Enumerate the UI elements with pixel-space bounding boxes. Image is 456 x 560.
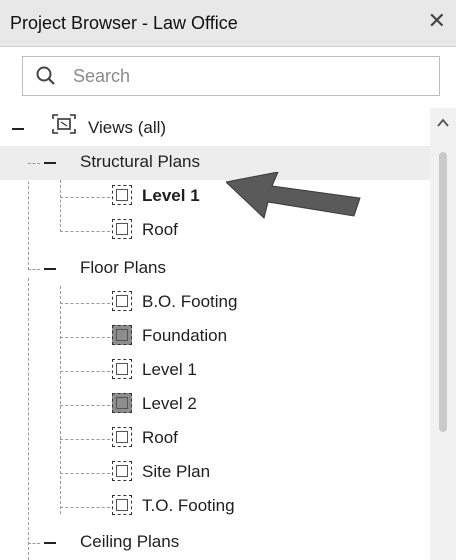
pointer-arrow-icon: [226, 172, 361, 219]
item-label: B.O. Footing: [142, 292, 238, 311]
tree-group-ceiling-plans[interactable]: Ceiling Plans: [0, 526, 430, 560]
group-label: Structural Plans: [80, 152, 200, 171]
scrollbar-thumb[interactable]: [439, 152, 447, 432]
tree-item-floor-to-footing[interactable]: T.O. Footing: [0, 490, 430, 524]
plan-view-icon: [112, 427, 132, 447]
close-icon[interactable]: ✕: [428, 10, 446, 32]
tree-item-floor-foundation[interactable]: Foundation: [0, 320, 430, 354]
item-label: Level 1: [142, 360, 197, 379]
search-icon: [36, 66, 55, 85]
tree-root-label: Views (all): [88, 118, 167, 137]
plan-view-icon: [112, 359, 132, 379]
tree-item-floor-level-1[interactable]: Level 1: [0, 354, 430, 388]
collapse-toggle-icon[interactable]: [44, 268, 56, 270]
plan-view-icon: [112, 393, 132, 413]
tree-item-floor-bo-footing[interactable]: B.O. Footing: [0, 286, 430, 320]
item-label: Level 1: [142, 186, 200, 205]
item-label: Foundation: [142, 326, 228, 345]
item-label: T.O. Footing: [142, 496, 235, 515]
title-bar: Project Browser - Law Office ✕: [0, 0, 456, 47]
tree-item-floor-level-2[interactable]: Level 2: [0, 388, 430, 422]
tree-connector: [60, 473, 110, 474]
item-label: Roof: [142, 220, 178, 239]
tree-connector: [60, 231, 110, 232]
tree-item-structural-level-1[interactable]: Level 1: [0, 180, 430, 214]
tree-connector: [60, 197, 110, 198]
tree-item-structural-roof[interactable]: Roof: [0, 214, 430, 248]
search-input[interactable]: [73, 63, 413, 89]
item-label: Level 2: [142, 394, 197, 413]
collapse-toggle-icon[interactable]: [44, 162, 56, 164]
plan-view-icon: [112, 325, 132, 345]
scroll-up-icon[interactable]: [436, 116, 450, 130]
browser-tree: Views (all) Structural Plans Level 1 Roo…: [0, 108, 430, 560]
plan-view-icon: [112, 219, 132, 239]
tree-group-floor-plans[interactable]: Floor Plans: [0, 252, 430, 286]
plan-view-icon: [112, 291, 132, 311]
item-label: Roof: [142, 428, 178, 447]
tree-item-floor-site-plan[interactable]: Site Plan: [0, 456, 430, 490]
tree-connector: [60, 507, 110, 508]
plan-view-icon: [112, 185, 132, 205]
tree-connector: [60, 405, 110, 406]
vertical-scrollbar[interactable]: [430, 108, 456, 560]
tree-group-structural-plans[interactable]: Structural Plans: [0, 146, 430, 180]
tree-connector: [60, 337, 110, 338]
group-label: Ceiling Plans: [80, 532, 180, 551]
tree-connector: [28, 543, 40, 544]
item-label: Site Plan: [142, 462, 211, 481]
panel-title: Project Browser - Law Office: [10, 13, 238, 33]
tree-connector: [28, 163, 40, 164]
tree-item-floor-roof[interactable]: Roof: [0, 422, 430, 456]
views-icon: [52, 114, 76, 134]
collapse-toggle-icon[interactable]: [44, 542, 56, 544]
search-box[interactable]: [22, 56, 440, 96]
project-browser-panel: Project Browser - Law Office ✕ Views (al…: [0, 0, 456, 560]
plan-view-icon: [112, 461, 132, 481]
group-label: Floor Plans: [80, 258, 166, 277]
collapse-toggle-icon[interactable]: [12, 128, 24, 130]
tree-connector: [28, 269, 40, 270]
tree-connector: [60, 439, 110, 440]
plan-view-icon: [112, 495, 132, 515]
tree-connector: [60, 371, 110, 372]
tree-connector: [60, 303, 110, 304]
